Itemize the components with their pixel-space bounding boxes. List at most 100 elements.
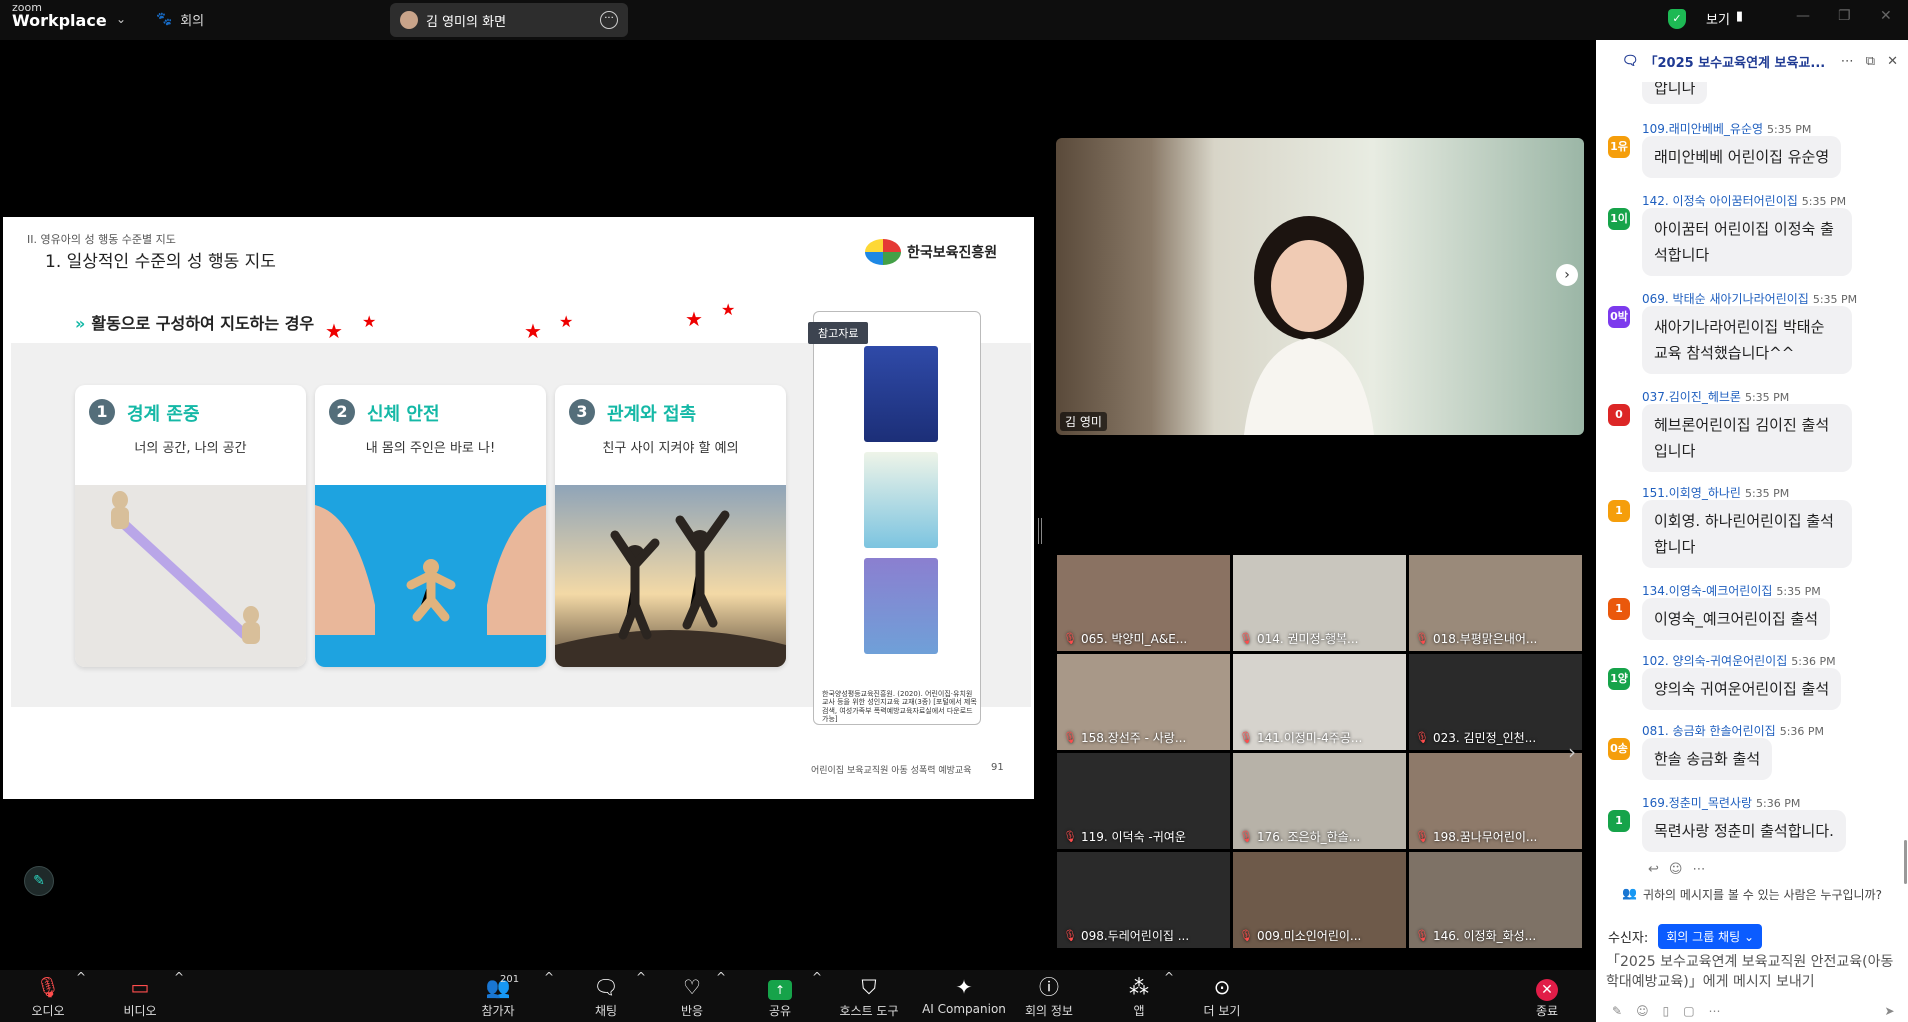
star-icon: ★ bbox=[524, 319, 542, 343]
chat-header: 🗨 「2025 보수교육연계 보육교... ⋯ ⧉ ✕ bbox=[1622, 53, 1898, 71]
chat-panel: 🗨 「2025 보수교육연계 보육교... ⋯ ⧉ ✕ 압니나 1유 109.래… bbox=[1596, 40, 1908, 1022]
more-icon: ⊙ bbox=[1213, 975, 1231, 999]
chat-icon: 🗨 bbox=[1622, 53, 1639, 69]
chevron-up-icon[interactable]: ^ bbox=[1164, 970, 1174, 1022]
close-icon[interactable]: ✕ bbox=[1887, 54, 1898, 69]
participant-tile[interactable]: 🎙 176. 조은하_한솔... bbox=[1232, 752, 1407, 850]
meeting-toolbar: 🎙 오디오 ^ ▭ 비디오 ^ 👥 201 참가자 ^ 🗨 채팅 ^ ♡ 반응 … bbox=[0, 970, 1596, 1022]
reactions-button[interactable]: ♡ 반응 bbox=[676, 970, 708, 1022]
avatar: 0송 bbox=[1608, 738, 1630, 760]
avatar: 1이 bbox=[1608, 208, 1630, 230]
chevron-right-icon[interactable]: › bbox=[1556, 264, 1578, 286]
security-shield-icon[interactable]: ✓ bbox=[1668, 9, 1686, 29]
host-tools-button[interactable]: ⛉ 호스트 도구 bbox=[836, 970, 902, 1022]
end-button[interactable]: ✕ 종료 bbox=[1532, 970, 1562, 1022]
more-button[interactable]: ⊙ 더 보기 bbox=[1200, 970, 1244, 1022]
mic-muted-icon: 🎙 bbox=[1063, 830, 1077, 843]
participant-tile[interactable]: 🎙 146. 이정화_화성... bbox=[1408, 851, 1583, 949]
participant-tile[interactable]: 🎙 009.미소인어린이... bbox=[1232, 851, 1407, 949]
emoji-icon[interactable]: ☺ bbox=[1669, 862, 1683, 877]
chevron-up-icon[interactable]: ^ bbox=[174, 970, 184, 1022]
activity-card: 3 관계와 접촉 친구 사이 지켜야 할 예의 bbox=[555, 385, 786, 667]
speaker-name: 김 영미 bbox=[1060, 412, 1107, 431]
double-chevron-icon: » bbox=[75, 314, 86, 333]
apps-button[interactable]: ⁂ 앱 bbox=[1126, 970, 1152, 1022]
next-page-icon[interactable]: › bbox=[1568, 740, 1576, 764]
message-input[interactable]: 「2025 보수교육연계 보육교직원 안전교육(아동학대예방교육)」에게 메시지… bbox=[1606, 952, 1902, 992]
star-icon: ★ bbox=[559, 312, 574, 331]
boundary-figures-image bbox=[75, 485, 306, 667]
format-icon[interactable]: ✎ bbox=[1612, 1004, 1622, 1018]
reference-box: 참고자료 한국양성평등교육진흥원. (2020). 어린이집·유치원 교사 등을… bbox=[808, 311, 981, 725]
meeting-button[interactable]: 🐾 회의 bbox=[156, 10, 204, 29]
heart-icon: ♡ bbox=[683, 975, 701, 999]
emoji-icon[interactable]: ☺ bbox=[1636, 1004, 1649, 1018]
participant-tile[interactable]: 🎙 014. 권미정-행복... bbox=[1232, 554, 1407, 652]
zoom-logo[interactable]: zoom Workplace bbox=[12, 2, 107, 29]
splitter-handle[interactable] bbox=[1038, 518, 1042, 544]
mic-muted-icon: 🎙 bbox=[1063, 929, 1077, 942]
close-icon[interactable]: ✕ bbox=[1880, 8, 1892, 24]
recipient-row: 수신자: 회의 그룹 채팅 ⌄ bbox=[1608, 924, 1763, 949]
annotate-pen-icon[interactable]: ✎ bbox=[24, 866, 54, 896]
send-icon[interactable]: ➤ bbox=[1885, 1004, 1895, 1018]
layout-icon: ▮ bbox=[1735, 9, 1744, 24]
video-button[interactable]: ▭ 비디오 bbox=[120, 970, 160, 1022]
people-icon: 👥 bbox=[1622, 886, 1637, 900]
mic-muted-icon: 🎙 bbox=[1239, 632, 1253, 645]
book-cover-image bbox=[864, 558, 938, 654]
more-icon[interactable]: ··· bbox=[600, 11, 618, 29]
participant-tile[interactable]: 🎙 023. 김민정_인천... bbox=[1408, 653, 1583, 751]
mic-muted-icon: 🎙 bbox=[1415, 830, 1429, 843]
avatar bbox=[400, 11, 418, 29]
book-cover-image bbox=[864, 452, 938, 548]
active-speaker-video[interactable]: 김 영미 › bbox=[1056, 138, 1584, 435]
avatar: 1유 bbox=[1608, 136, 1630, 158]
screenshot-icon[interactable]: ▢ bbox=[1683, 1004, 1694, 1018]
avatar: 1 bbox=[1608, 500, 1630, 522]
reply-icon[interactable]: ↩ bbox=[1648, 862, 1659, 877]
minimize-icon[interactable]: — bbox=[1796, 8, 1810, 24]
file-icon[interactable]: ▯ bbox=[1663, 1004, 1670, 1018]
org-logo: 한국보육진흥원 bbox=[865, 239, 997, 265]
avatar: 1양 bbox=[1608, 668, 1630, 690]
participant-tile[interactable]: 🎙 141.이정미-4주공... bbox=[1232, 653, 1407, 751]
chevron-up-icon[interactable]: ^ bbox=[544, 970, 554, 1022]
participant-tile[interactable]: 🎙 198.꿈나무어린이... bbox=[1408, 752, 1583, 850]
activity-card: 2 신체 안전 내 몸의 주인은 바로 나! bbox=[315, 385, 546, 667]
chevron-down-icon[interactable]: ⌄ bbox=[116, 12, 126, 26]
participant-tile[interactable]: 🎙 119. 이덕숙 -귀여운 bbox=[1056, 752, 1231, 850]
screen-share-pill[interactable]: 김 영미의 화면 ··· bbox=[390, 3, 628, 37]
avatar: 1 bbox=[1608, 598, 1630, 620]
chevron-up-icon[interactable]: ^ bbox=[716, 970, 726, 1022]
view-button[interactable]: 보기 ▮ bbox=[1706, 9, 1743, 28]
video-off-icon: ▭ bbox=[130, 975, 150, 999]
ai-companion-button[interactable]: ✦ AI Companion bbox=[916, 970, 1012, 1022]
pop-out-icon[interactable]: ⧉ bbox=[1866, 54, 1875, 69]
participants-button[interactable]: 👥 201 참가자 bbox=[478, 970, 519, 1022]
chat-button[interactable]: 🗨 채팅 bbox=[590, 970, 622, 1022]
chevron-up-icon[interactable]: ^ bbox=[812, 970, 822, 1022]
participant-tile[interactable]: 🎙 018.부평맑은내어... bbox=[1408, 554, 1583, 652]
meeting-info-button[interactable]: ⓘ 회의 정보 bbox=[1022, 970, 1076, 1022]
sparkle-icon: ✦ bbox=[955, 975, 973, 999]
avatar: 1 bbox=[1608, 810, 1630, 832]
share-button[interactable]: ↑ 공유 bbox=[764, 970, 796, 1022]
more-icon[interactable]: ⋯ bbox=[1709, 1004, 1721, 1018]
visibility-info[interactable]: 👥 귀하의 메시지를 볼 수 있는 사람은 누구입니까? bbox=[1622, 886, 1882, 903]
audio-button[interactable]: 🎙 오디오 bbox=[28, 970, 68, 1022]
recipient-select[interactable]: 회의 그룹 채팅 ⌄ bbox=[1658, 924, 1763, 949]
participant-tile[interactable]: 🎙 065. 박양미_A&E... bbox=[1056, 554, 1231, 652]
participant-tile[interactable]: 🎙 098.두레어린이집 ... bbox=[1056, 851, 1231, 949]
more-icon[interactable]: ⋯ bbox=[1841, 54, 1854, 69]
message-actions: ↩ ☺ ⋯ bbox=[1648, 862, 1705, 877]
chat-scrollbar[interactable] bbox=[1904, 840, 1907, 884]
mic-muted-icon: 🎙 bbox=[1239, 929, 1253, 942]
avatar: 0박 bbox=[1608, 306, 1630, 328]
chevron-up-icon[interactable]: ^ bbox=[76, 970, 86, 1022]
mic-muted-icon: 🎙 bbox=[1415, 929, 1429, 942]
maximize-icon[interactable]: ❐ bbox=[1838, 8, 1851, 24]
chevron-up-icon[interactable]: ^ bbox=[636, 970, 646, 1022]
more-icon[interactable]: ⋯ bbox=[1692, 862, 1705, 877]
participant-tile[interactable]: 🎙 158.장선주 - 사랑... bbox=[1056, 653, 1231, 751]
